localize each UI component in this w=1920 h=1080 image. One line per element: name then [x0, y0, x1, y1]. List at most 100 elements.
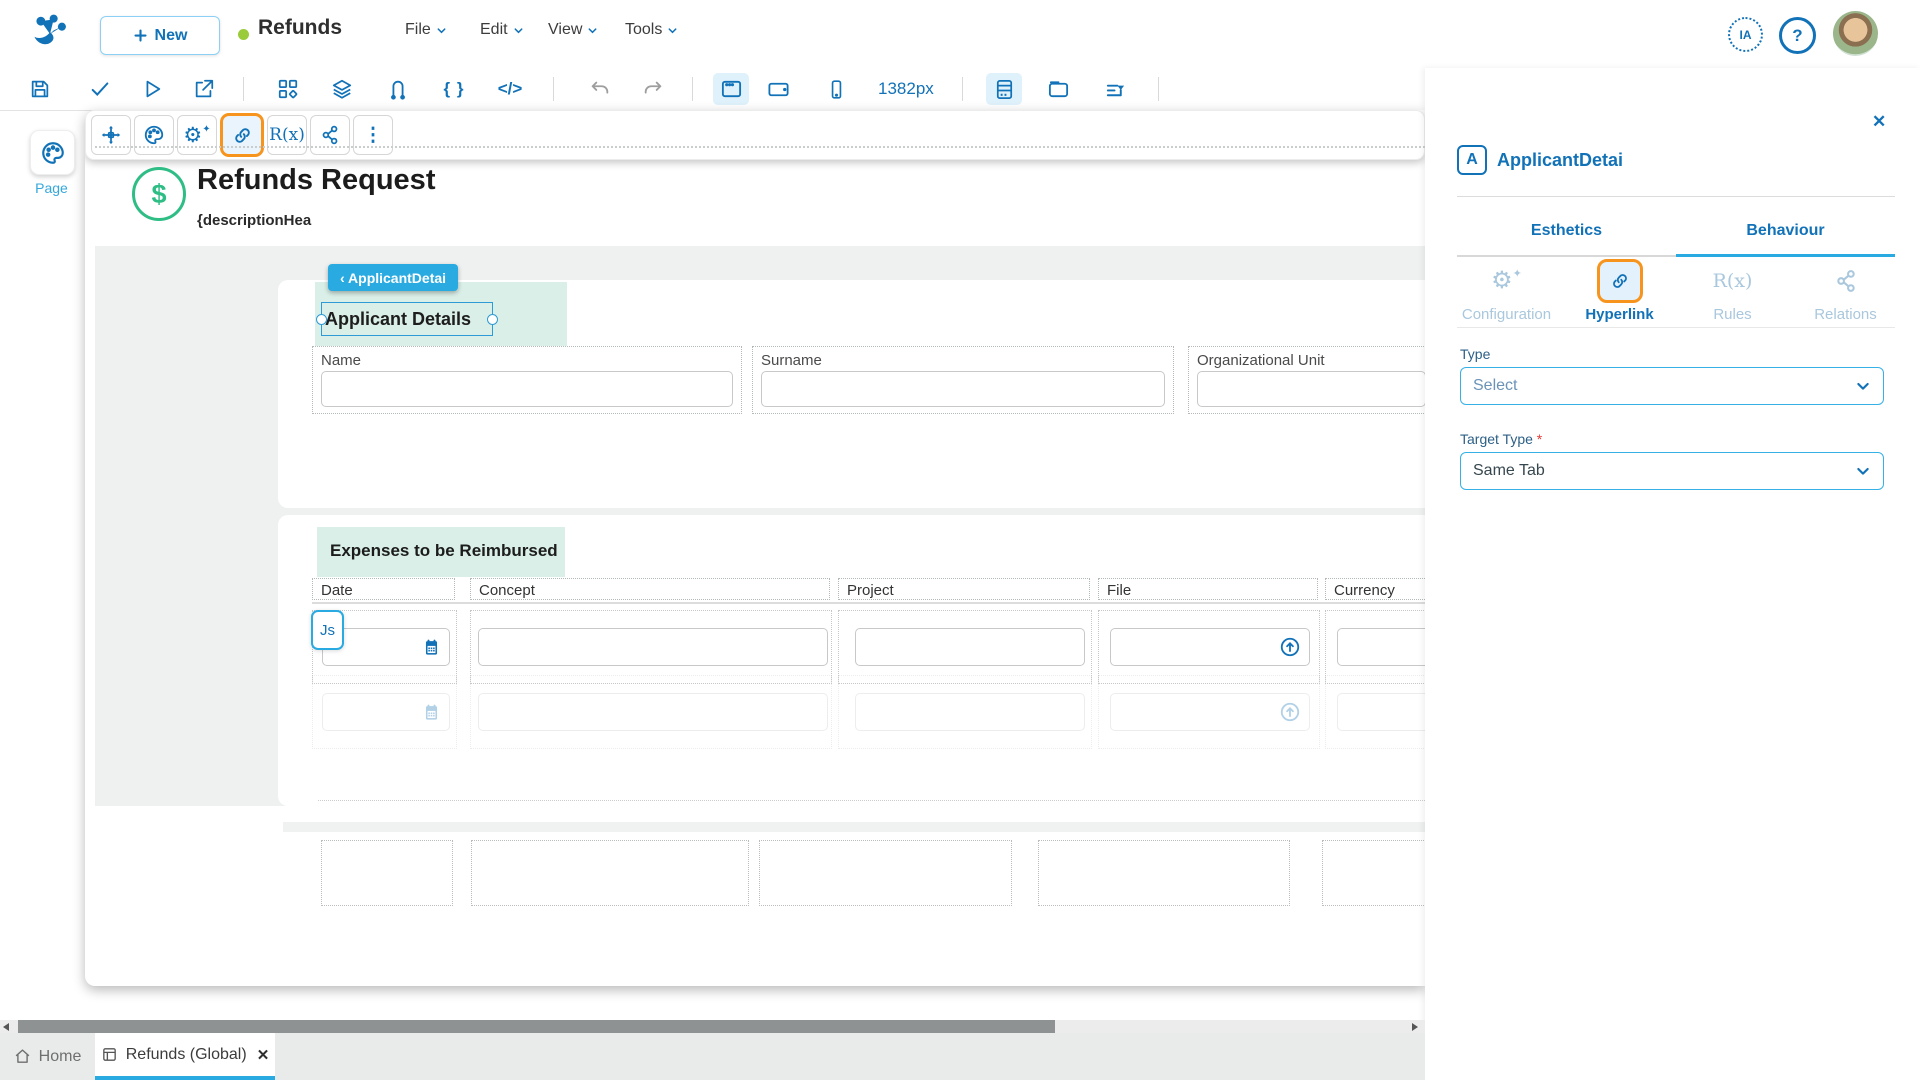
field-name[interactable]: Name [312, 346, 742, 414]
concept-input[interactable] [478, 628, 828, 666]
connections-button[interactable] [380, 73, 416, 105]
form-title[interactable]: Refunds Request [197, 164, 435, 197]
tab-esthetics[interactable]: Esthetics [1457, 210, 1676, 257]
menu-edit[interactable]: Edit [480, 21, 524, 39]
page-tool[interactable] [30, 130, 75, 175]
subnav-rules[interactable]: R(x) Rules [1676, 262, 1789, 323]
tab-behaviour[interactable]: Behaviour [1676, 210, 1895, 257]
desktop-view-button[interactable] [713, 73, 749, 105]
expressions-button[interactable]: { } [436, 73, 472, 105]
undo-button[interactable] [582, 73, 618, 105]
column-header-file[interactable]: File [1098, 578, 1318, 600]
tab-refunds-global-label: Refunds (Global) [125, 1045, 247, 1063]
relations-nodes-icon [1833, 262, 1859, 300]
panel-close-button[interactable]: ✕ [1872, 112, 1886, 132]
field-surname-input[interactable] [761, 371, 1165, 407]
calendar-icon[interactable] [422, 638, 441, 657]
scroll-left-arrow[interactable] [3, 1023, 9, 1031]
expenses-heading-text[interactable]: Expenses to be Reimbursed [330, 541, 558, 561]
field-name-label: Name [321, 352, 362, 369]
currency-input[interactable] [1337, 628, 1425, 666]
palette-icon [41, 141, 64, 164]
field-name-input[interactable] [321, 371, 733, 407]
subnav-hyperlink-active[interactable]: Hyperlink [1563, 259, 1676, 323]
column-header-date[interactable]: Date [312, 578, 455, 600]
app-logo-icon[interactable] [28, 12, 72, 56]
tab-home[interactable]: Home [0, 1033, 95, 1080]
breadcrumb-chip[interactable]: ‹ ApplicantDetai [328, 264, 459, 291]
required-asterisk: * [1536, 431, 1543, 447]
empty-grid-cell[interactable] [471, 840, 749, 906]
empty-grid-cell[interactable] [321, 840, 453, 906]
source-code-button[interactable]: </> [492, 73, 528, 105]
menu-file[interactable]: File [405, 21, 447, 39]
page-header-block[interactable] [95, 146, 1425, 250]
tab-close-icon[interactable]: ✕ [257, 1046, 270, 1064]
bottom-tab-bar: Home Refunds (Global) ✕ [0, 1033, 1425, 1080]
toolbar-divider [692, 77, 693, 101]
new-button[interactable]: New [100, 16, 220, 55]
gear-sparkle-icon: ⚙✦ [1491, 267, 1522, 294]
window-tab-button[interactable] [1040, 73, 1076, 105]
menu-view-label: View [548, 21, 583, 38]
form-description-token[interactable]: {descriptionHea [197, 212, 311, 229]
move-icon [101, 125, 121, 145]
desktop-icon [721, 80, 741, 97]
run-preview-button[interactable] [134, 73, 170, 105]
tablet-view-button[interactable] [760, 73, 796, 105]
column-header-currency[interactable]: Currency [1325, 578, 1425, 600]
field-org-unit-input[interactable] [1197, 371, 1425, 407]
project-input[interactable] [855, 693, 1085, 731]
currency-input[interactable] [1337, 693, 1425, 731]
type-dropdown[interactable]: Select [1460, 367, 1884, 405]
menu-tools[interactable]: Tools [625, 21, 678, 39]
menu-file-label: File [405, 21, 431, 38]
resize-handle-left[interactable] [316, 314, 327, 325]
horizontal-scrollbar[interactable] [0, 1020, 1425, 1033]
ia-assistant-icon[interactable]: IA [1728, 17, 1763, 52]
structure-panel-button[interactable] [986, 73, 1022, 105]
form-canvas[interactable]: $ Refunds Request {descriptionHea ‹ Appl… [85, 110, 1425, 986]
user-avatar[interactable] [1833, 11, 1878, 56]
upload-icon[interactable] [1279, 636, 1301, 658]
section-divider-bar [283, 822, 1425, 832]
layers-button[interactable] [324, 73, 360, 105]
column-header-project[interactable]: Project [838, 578, 1090, 600]
subnav-configuration[interactable]: ⚙✦ Configuration [1450, 262, 1563, 324]
tab-refunds-global-active[interactable]: Refunds (Global) ✕ [95, 1033, 275, 1080]
scrollbar-thumb[interactable] [18, 1020, 1055, 1033]
field-org-unit[interactable]: Organizational Unit [1188, 346, 1425, 414]
subnav-relations[interactable]: Relations [1789, 262, 1902, 323]
rules-rx-icon: R(x) [269, 125, 305, 145]
menu-view[interactable]: View [548, 21, 598, 39]
project-input[interactable] [855, 628, 1085, 666]
viewport-width-label: 1382px [878, 79, 934, 98]
save-button[interactable] [22, 73, 58, 105]
form-page-icon [102, 1048, 116, 1061]
phone-view-button[interactable] [818, 73, 854, 105]
file-input[interactable] [1110, 693, 1310, 731]
redo-button[interactable] [635, 73, 671, 105]
target-type-dropdown[interactable]: Same Tab [1460, 452, 1884, 490]
help-icon[interactable]: ? [1779, 17, 1816, 54]
resize-handle-right[interactable] [487, 314, 498, 325]
empty-grid-cell[interactable] [759, 840, 1012, 906]
file-input[interactable] [1110, 628, 1310, 666]
empty-grid-cell[interactable] [1322, 840, 1425, 906]
chevron-down-icon [1857, 382, 1869, 390]
validate-button[interactable] [82, 73, 118, 105]
empty-grid-cell[interactable] [1038, 840, 1290, 906]
field-surname[interactable]: Surname [752, 346, 1174, 414]
editor-toolbar: { } </> 1382px [0, 68, 1425, 111]
column-header-concept[interactable]: Concept [470, 578, 830, 600]
toolbar-divider [553, 77, 554, 101]
scroll-right-arrow[interactable] [1412, 1023, 1418, 1031]
components-button[interactable] [270, 73, 306, 105]
date-input[interactable] [322, 693, 450, 731]
concept-input[interactable] [478, 693, 828, 731]
selected-heading[interactable]: Applicant Details [316, 302, 498, 336]
js-script-badge[interactable]: Js [311, 610, 344, 650]
field-surname-label: Surname [761, 352, 822, 369]
filter-button[interactable] [1097, 73, 1133, 105]
export-button[interactable] [186, 73, 222, 105]
